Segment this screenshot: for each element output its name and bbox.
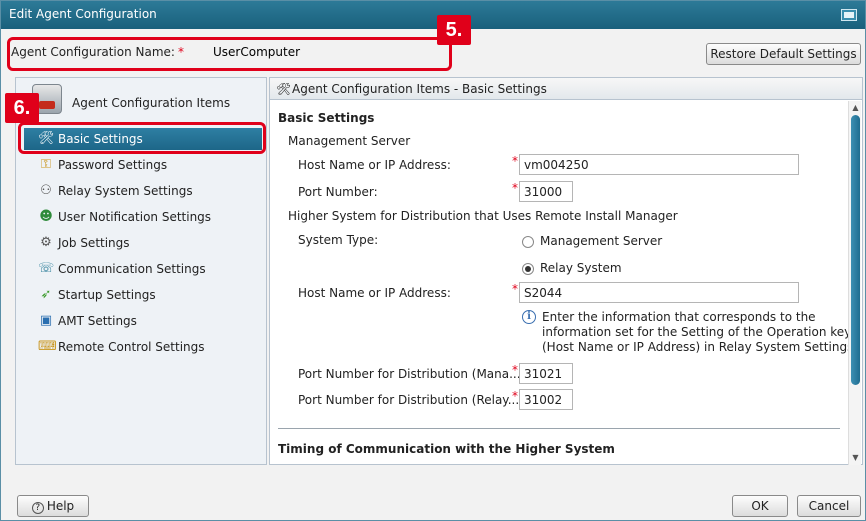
- sidebar-item-user-notification-settings[interactable]: ☻ User Notification Settings: [24, 206, 262, 228]
- remote-control-icon: ⌨: [38, 339, 57, 354]
- required-mark: *: [177, 45, 184, 59]
- sidebar-item-label: AMT Settings: [58, 314, 137, 328]
- ok-button[interactable]: OK: [732, 495, 788, 517]
- agent-configuration-name-input[interactable]: [209, 41, 443, 63]
- host-name-label: Host Name or IP Address:: [298, 158, 451, 172]
- restore-default-settings-button[interactable]: Restore Default Settings: [706, 43, 861, 65]
- panel-header-label: Agent Configuration Items: [72, 96, 231, 110]
- sidebar-item-startup-settings[interactable]: ➶ Startup Settings: [24, 284, 262, 306]
- scroll-down-icon[interactable]: ▼: [851, 453, 860, 463]
- cancel-button[interactable]: Cancel: [797, 495, 861, 517]
- edit-agent-configuration-dialog: Edit Agent Configuration 5. Agent Config…: [0, 0, 866, 521]
- relay-system-radio[interactable]: [522, 263, 534, 275]
- settings-form: Basic Settings Management Server Host Na…: [270, 101, 848, 465]
- help-button[interactable]: ? Help: [17, 495, 89, 517]
- tools-icon: 🛠: [276, 82, 292, 96]
- sidebar-item-label: Password Settings: [58, 158, 168, 172]
- panel-header: Agent Configuration Items: [16, 78, 266, 120]
- info-text-line-2: information set for the Setting of the O…: [542, 325, 848, 339]
- info-text-line-3: (Host Name or IP Address) in Relay Syste…: [542, 340, 848, 354]
- host-name-input[interactable]: [519, 154, 799, 175]
- required-mark: *: [512, 154, 518, 168]
- sidebar-item-label: Startup Settings: [58, 288, 156, 302]
- help-button-label: Help: [46, 499, 75, 513]
- sidebar-item-label: Remote Control Settings: [58, 340, 205, 354]
- info-icon: i: [522, 310, 536, 324]
- sidebar-item-relay-system-settings[interactable]: ⚇ Relay System Settings: [24, 180, 262, 202]
- system-type-label: System Type:: [298, 233, 379, 247]
- window-title: Edit Agent Configuration: [9, 7, 157, 21]
- communication-icon: ☏: [38, 261, 55, 276]
- host-name-2-label: Host Name or IP Address:: [298, 286, 451, 300]
- host-name-2-input[interactable]: [519, 282, 799, 303]
- agent-configuration-name-label: Agent Configuration Name:: [11, 45, 175, 59]
- sidebar-item-label: Job Settings: [58, 236, 130, 250]
- port-number-label: Port Number:: [298, 185, 378, 199]
- sidebar-item-label: Communication Settings: [58, 262, 206, 276]
- sidebar-item-label: Relay System Settings: [58, 184, 193, 198]
- maximize-icon[interactable]: [841, 9, 857, 21]
- sidebar-item-communication-settings[interactable]: ☏ Communication Settings: [24, 258, 262, 280]
- key-icon: ⚿: [41, 157, 51, 172]
- panel-header-label: Agent Configuration Items - Basic Settin…: [292, 82, 547, 96]
- user-notify-icon: ☻: [39, 209, 53, 224]
- startup-icon: ➶: [40, 287, 52, 302]
- required-mark: *: [512, 363, 518, 377]
- management-server-radio-label[interactable]: Management Server: [540, 234, 662, 248]
- scroll-up-icon[interactable]: ▲: [851, 103, 860, 113]
- title-bar: Edit Agent Configuration: [1, 1, 865, 29]
- port-distribution-relay-input[interactable]: [519, 389, 573, 410]
- basic-settings-panel: 🛠 Agent Configuration Items - Basic Sett…: [269, 77, 863, 465]
- port-distribution-management-label: Port Number for Distribution (Mana...: [298, 367, 521, 381]
- sidebar-item-label: User Notification Settings: [58, 210, 212, 224]
- sidebar-item-remote-control-settings[interactable]: ⌨ Remote Control Settings: [24, 336, 262, 358]
- sidebar-item-job-settings[interactable]: ⚙ Job Settings: [24, 232, 262, 254]
- job-icon: ⚙: [40, 235, 52, 250]
- management-server-label: Management Server: [288, 134, 411, 148]
- scrollbar-thumb[interactable]: [851, 115, 860, 385]
- section-divider: [278, 428, 840, 429]
- management-server-radio[interactable]: [522, 236, 534, 248]
- help-icon: ?: [31, 502, 44, 514]
- required-mark: *: [512, 389, 518, 403]
- callout-6-highlight: [18, 122, 266, 154]
- amt-icon: ▣: [39, 313, 53, 328]
- info-text-line-1: Enter the information that corresponds t…: [542, 310, 816, 324]
- callout-6: 6.: [5, 93, 39, 123]
- port-distribution-management-input[interactable]: [519, 363, 573, 384]
- vertical-scrollbar[interactable]: ▲ ▼: [848, 101, 861, 465]
- relay-system-radio-label[interactable]: Relay System: [540, 261, 622, 275]
- section-title: Basic Settings: [278, 111, 375, 125]
- network-icon: ⚇: [40, 183, 52, 198]
- sidebar-item-amt-settings[interactable]: ▣ AMT Settings: [24, 310, 262, 332]
- higher-system-label: Higher System for Distribution that Uses…: [288, 209, 678, 223]
- sidebar-item-password-settings[interactable]: ⚿ Password Settings: [24, 154, 262, 176]
- timing-section-title: Timing of Communication with the Higher …: [278, 442, 615, 456]
- required-mark: *: [512, 181, 518, 195]
- panel-header: 🛠 Agent Configuration Items - Basic Sett…: [270, 78, 862, 100]
- port-number-input[interactable]: [519, 181, 573, 202]
- required-mark: *: [512, 282, 518, 296]
- port-distribution-relay-label: Port Number for Distribution (Relay...: [298, 393, 520, 407]
